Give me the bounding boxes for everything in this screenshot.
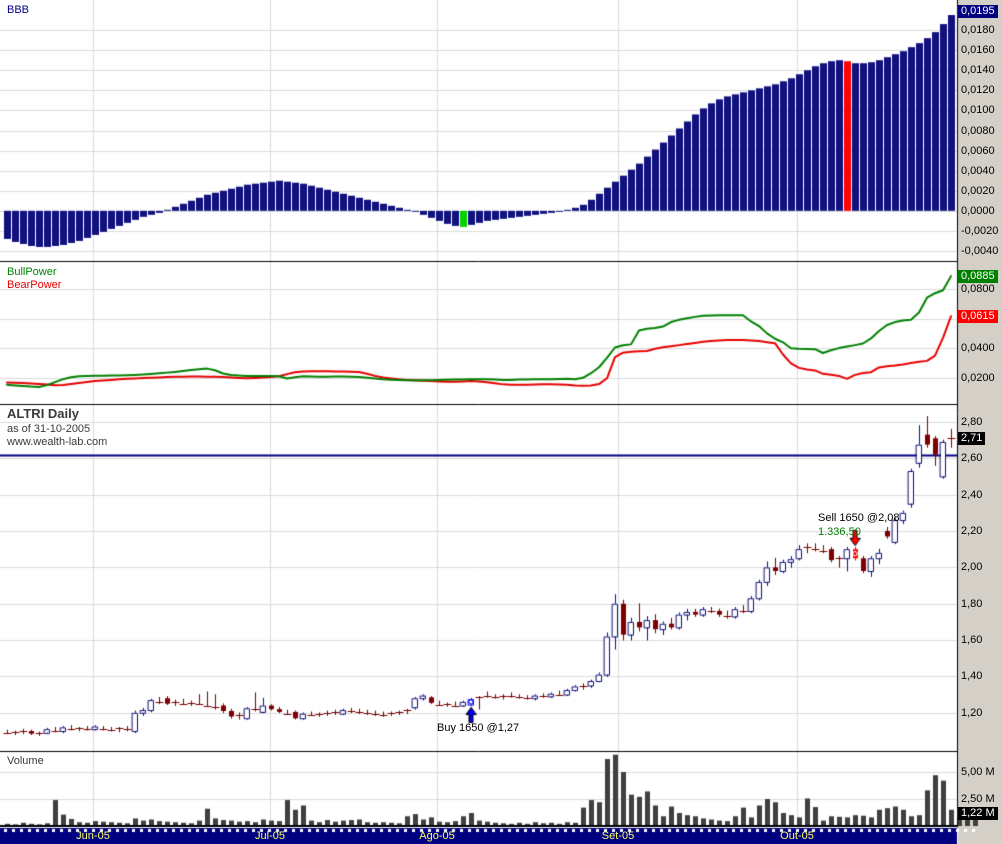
bbb-indicator-label: BBB [7,4,30,16]
y-tick-label: 2,00 [961,561,983,573]
y-tick-label: 0,0060 [961,145,995,157]
volume-pane-label: Volume [7,755,44,767]
y-tick-label: -0,0040 [961,245,999,257]
y-tick-label: 0,0000 [961,205,995,217]
x-axis-month-label: Set-05 [601,830,635,842]
y-tick-label: 1,80 [961,598,983,610]
y-tick-label: 0,0080 [961,125,995,137]
y-tick-label: 1,40 [961,670,983,682]
bearpower-last-value-badge: 0,0615 [958,310,998,323]
y-tick-label: 0,0100 [961,104,995,116]
y-tick-label: 0,0160 [961,44,995,56]
y-tick-label: 5,00 M [961,766,995,778]
y-tick-label: 0,0180 [961,24,995,36]
y-tick-label: 1,20 [961,707,983,719]
y-tick-label: 0,0020 [961,185,995,197]
x-axis-month-label: Jul-05 [255,830,285,842]
sell-profit-label: 1.336,50 [818,526,861,538]
y-tick-label: 0,0200 [961,372,995,384]
y-tick-label: 2,80 [961,416,983,428]
y-tick-label: 0,0800 [961,283,995,295]
y-tick-label: 2,60 [961,452,983,464]
website-label: www.wealth-lab.com [7,436,108,448]
bearpower-legend-label: BearPower [7,279,62,291]
x-axis-month-label: Out-05 [780,830,814,842]
bullpower-legend-label: BullPower [7,266,57,278]
y-tick-label: 1,60 [961,634,983,646]
y-tick-label: 0,0140 [961,64,995,76]
y-tick-label: 0,0400 [961,342,995,354]
trading-chart-window: BBB BullPower BearPower ALTRI Daily as o… [0,0,1002,844]
sell-annotation-label: Sell 1650 @2,08 [818,512,900,524]
y-tick-label: 2,50 M [961,793,995,805]
chart-canvas[interactable] [0,0,1002,844]
symbol-title: ALTRI Daily [7,406,79,421]
y-tick-label: 2,20 [961,525,983,537]
x-axis-month-label: Ago-05 [419,830,455,842]
y-tick-label: -0,0020 [961,225,999,237]
y-tick-label: 0,0040 [961,165,995,177]
bbb-last-value-badge: 0,0195 [958,5,998,18]
price-last-value-badge: 2,71 [958,432,986,445]
volume-last-value-badge: 1,22 M [958,807,998,820]
y-tick-label: 2,40 [961,489,983,501]
x-axis-month-label: Jun-05 [76,830,110,842]
y-tick-label: 0,0120 [961,84,995,96]
as-of-date-label: as of 31-10-2005 [7,423,91,435]
buy-annotation-label: Buy 1650 @1,27 [437,722,520,734]
bullpower-last-value-badge: 0,0885 [958,270,998,283]
